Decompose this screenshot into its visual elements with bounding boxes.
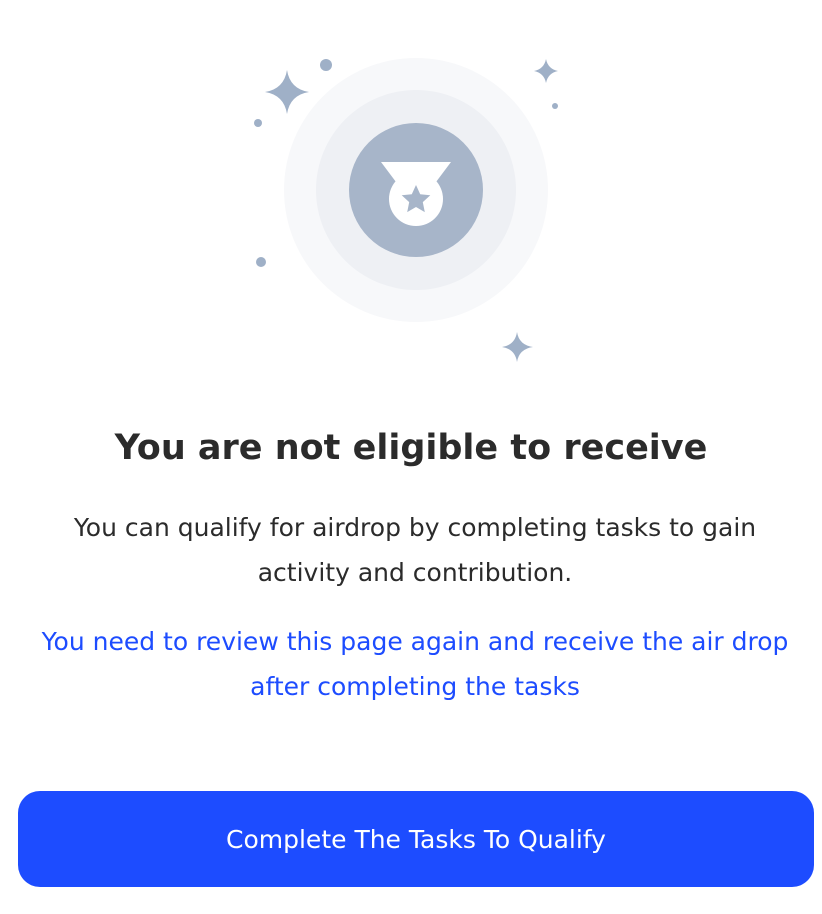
hero-illustration bbox=[0, 0, 822, 400]
sparkle-icon bbox=[502, 332, 533, 362]
dot-icon bbox=[552, 103, 558, 109]
dot-icon bbox=[254, 119, 262, 127]
sparkle-icon bbox=[265, 70, 309, 114]
complete-tasks-button[interactable]: Complete The Tasks To Qualify bbox=[18, 791, 814, 887]
review-notice: You need to review this page again and r… bbox=[41, 627, 789, 701]
medal-illustration bbox=[254, 58, 558, 362]
sparkle-icon bbox=[534, 59, 558, 83]
page-title: You are not eligible to receive bbox=[114, 428, 708, 468]
eligibility-description: You can qualify for airdrop by completin… bbox=[73, 513, 757, 587]
dot-icon bbox=[256, 257, 266, 267]
dot-icon bbox=[320, 59, 332, 71]
